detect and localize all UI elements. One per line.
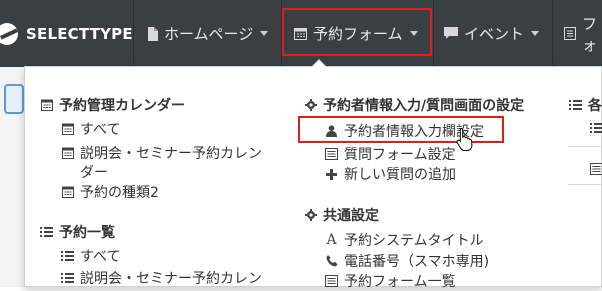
brand[interactable]: SELECTTYPE [0, 0, 133, 67]
menu-item-list-seminar[interactable]: 説明会・セミナー予約カレン [61, 268, 262, 288]
nav-event-label: イベント [464, 23, 524, 44]
nav-event[interactable]: イベント [444, 0, 539, 67]
menu-heading-calendar: 予約管理カレンダー [40, 95, 185, 115]
menu-heading-list: 予約一覧 [40, 222, 115, 242]
form-list-icon [590, 162, 602, 175]
list-icon [61, 250, 74, 263]
form-list-icon [325, 148, 338, 161]
column-divider [568, 146, 602, 147]
menu-item-col3[interactable] [590, 121, 602, 134]
menu-item-label: 説明会・セミナー予約カレン [80, 143, 262, 163]
menu-item-label: すべて [80, 119, 120, 139]
menu-heading-input-settings: 予約者情報入力/質問画面の設定 [304, 95, 524, 115]
calendar-icon [61, 147, 74, 160]
menu-item-label: 電話番号（スマホ専用) [344, 251, 489, 271]
menu-item-label: 新しい質問の追加 [344, 164, 456, 184]
chevron-down-icon [531, 31, 539, 36]
phone-icon [325, 255, 338, 268]
menu-heading-common-label: 共通設定 [323, 205, 379, 225]
calendar-icon [61, 186, 74, 199]
menu-heading-col3: 各 [569, 95, 602, 115]
list-box-icon [564, 27, 576, 40]
menu-item-label: すべて [80, 246, 120, 266]
gear-icon [304, 99, 317, 112]
brand-name: SELECTTYPE [26, 25, 133, 43]
menu-item-question-form[interactable]: 質問フォーム設定 [325, 144, 456, 164]
menu-item-label: 質問フォーム設定 [344, 144, 456, 164]
menu-item-label: ダー [80, 162, 108, 182]
menu-item-label: 予約の種類2 [80, 182, 159, 202]
chevron-down-icon [260, 31, 268, 36]
menu-item-add-question[interactable]: 新しい質問の追加 [325, 164, 456, 184]
list-icon [590, 121, 602, 134]
document-icon [147, 27, 158, 41]
menu-heading-common: 共通設定 [304, 205, 379, 225]
hand-cursor-icon [455, 127, 475, 155]
nav-form-label: フォ [582, 13, 602, 55]
nav-form-truncated[interactable]: フォ [564, 0, 602, 67]
menu-item-calendar-seminar[interactable]: 説明会・セミナー予約カレン [61, 143, 262, 163]
form-list-icon [325, 275, 338, 288]
menu-heading-col3-label: 各 [588, 95, 602, 115]
menu-item-calendar-seminar-cont[interactable]: ダー [80, 162, 108, 182]
column-divider [568, 184, 602, 185]
menu-item-system-title[interactable]: A 予約システムタイトル [325, 230, 484, 250]
list-icon [61, 272, 74, 285]
selecttype-logo-icon [0, 23, 18, 45]
nav-highlight-frame [282, 8, 432, 56]
font-icon: A [325, 234, 338, 247]
menu-item-label: 説明会・セミナー予約カレン [80, 268, 262, 288]
list-icon [569, 99, 582, 112]
comment-icon [444, 27, 458, 40]
menu-item-label: 予約システムタイトル [344, 230, 484, 250]
menu-item-list-all[interactable]: すべて [61, 246, 120, 266]
menu-item-calendar-type2[interactable]: 予約の種類2 [61, 182, 159, 202]
calendar-icon [40, 99, 53, 112]
nav-divider [133, 0, 134, 67]
plus-icon [325, 168, 338, 181]
list-icon [40, 226, 53, 239]
nav-homepage-label: ホームページ [164, 23, 253, 44]
menu-item-phone[interactable]: 電話番号（スマホ専用) [325, 251, 489, 271]
nav-divider [552, 0, 553, 67]
menu-heading-list-label: 予約一覧 [59, 222, 115, 242]
menu-heading-calendar-label: 予約管理カレンダー [59, 95, 185, 115]
calendar-icon [61, 123, 74, 136]
menu-heading-input-settings-label: 予約者情報入力/質問画面の設定 [323, 95, 524, 115]
calendar-app-icon [4, 84, 24, 114]
nav-homepage[interactable]: ホームページ [147, 0, 268, 67]
menu-item-form-list[interactable]: 予約フォーム一覧 [325, 271, 456, 291]
nav-divider [433, 0, 434, 67]
menu-item-col3[interactable] [590, 162, 602, 175]
menu-item-calendar-all[interactable]: すべて [61, 119, 120, 139]
gear-icon [304, 209, 317, 222]
menu-item-label: 予約フォーム一覧 [344, 271, 456, 291]
dropdown-arrow-fill [312, 60, 326, 67]
